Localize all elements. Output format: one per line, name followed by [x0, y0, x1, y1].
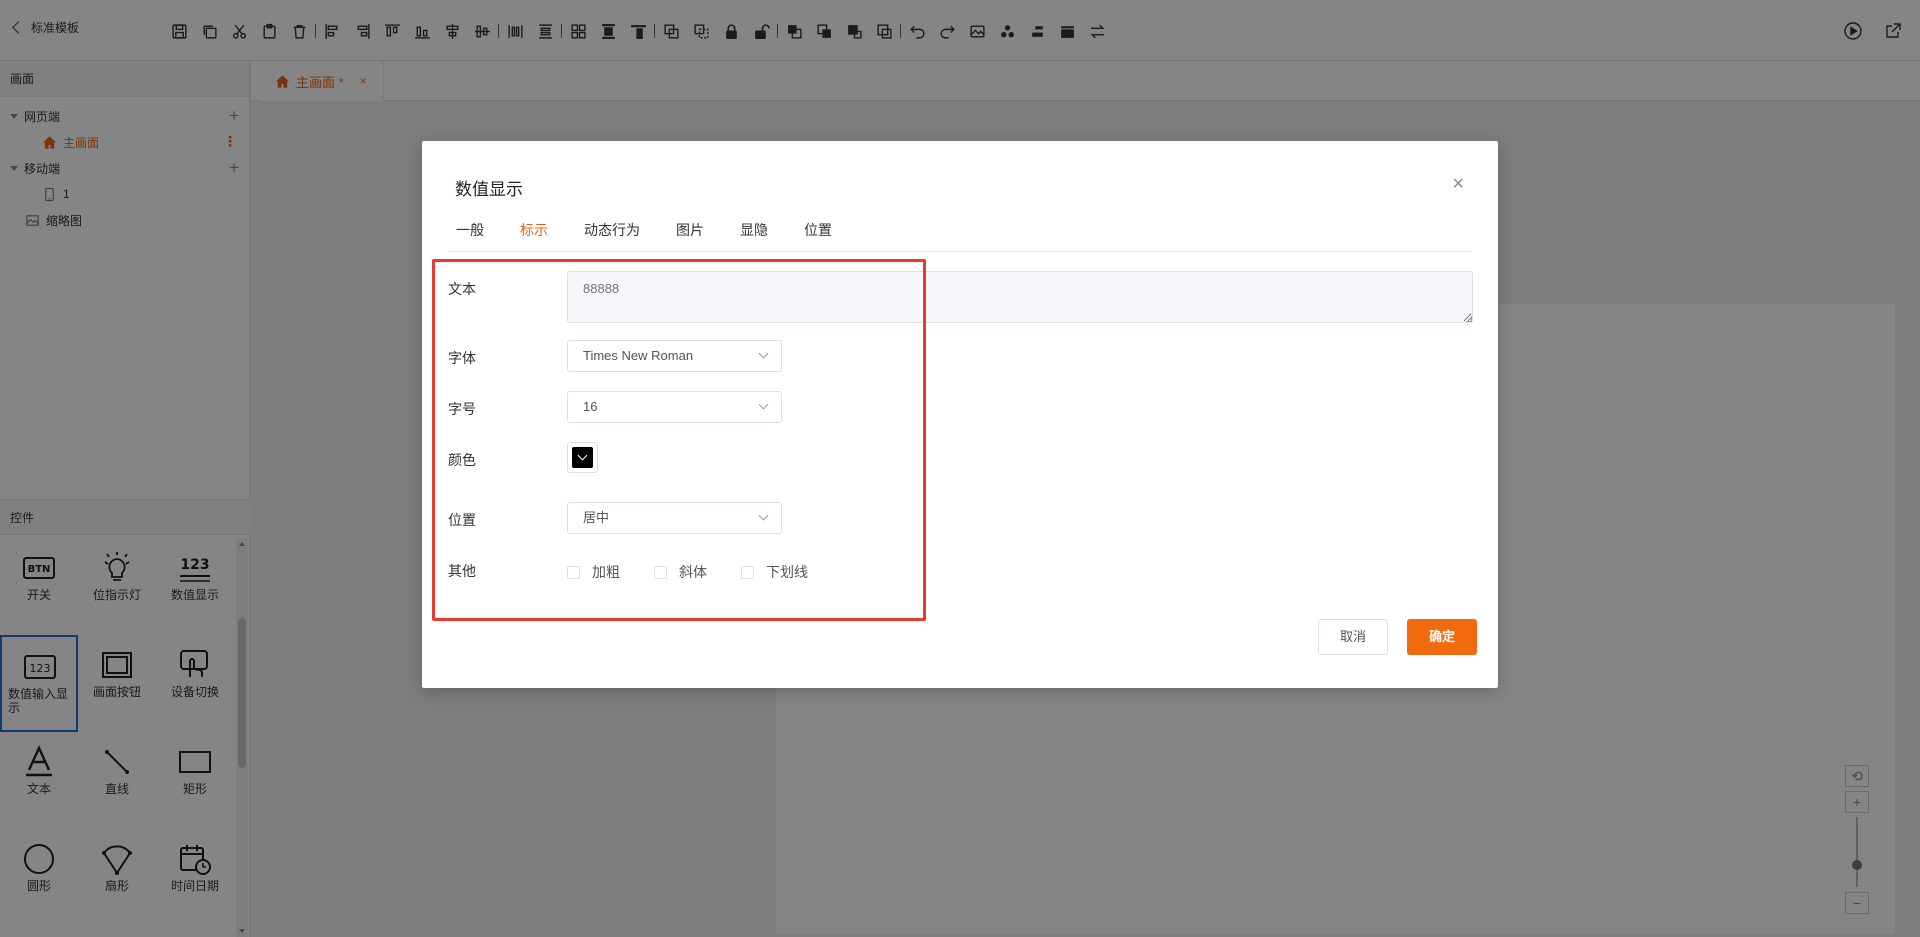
tab-position[interactable]: 位置: [796, 219, 840, 251]
checkbox-box[interactable]: [654, 565, 667, 579]
position-select-value: 居中: [583, 510, 610, 525]
underline-checkbox[interactable]: 下划线: [741, 562, 808, 582]
color-picker[interactable]: [567, 442, 598, 473]
tab-general[interactable]: 一般: [448, 219, 492, 251]
chevron-down-icon: [758, 399, 769, 410]
tab-image[interactable]: 图片: [668, 219, 712, 251]
chevron-down-icon: [758, 348, 769, 359]
font-size-label: 字号: [448, 401, 476, 417]
numeric-display-dialog: 数值显示 × 一般 标示 动态行为 图片 显隐 位置 文本 字体 Times N…: [422, 141, 1498, 688]
chevron-down-icon: [758, 510, 769, 521]
position-label: 位置: [448, 512, 476, 528]
checkbox-box[interactable]: [741, 565, 754, 579]
other-label: 其他: [448, 563, 476, 579]
font-select-value: Times New Roman: [583, 348, 694, 363]
italic-checkbox-label: 斜体: [679, 564, 707, 580]
underline-checkbox-label: 下划线: [766, 564, 808, 580]
checkbox-box[interactable]: [567, 565, 580, 579]
font-size-select-value: 16: [583, 399, 598, 414]
position-select[interactable]: 居中: [567, 502, 782, 534]
color-label: 颜色: [448, 452, 476, 468]
font-select[interactable]: Times New Roman: [567, 340, 782, 372]
font-size-select[interactable]: 16: [567, 391, 782, 423]
italic-checkbox[interactable]: 斜体: [654, 562, 707, 582]
font-label: 字体: [448, 350, 476, 366]
bold-checkbox-label: 加粗: [592, 564, 620, 580]
dialog-tabs: 一般 标示 动态行为 图片 显隐 位置: [448, 219, 1472, 261]
cancel-button[interactable]: 取消: [1318, 619, 1388, 655]
tab-label-settings[interactable]: 标示: [512, 219, 556, 261]
close-icon[interactable]: ×: [1452, 174, 1464, 194]
style-checkboxes: 加粗 斜体 下划线: [567, 562, 842, 582]
text-input[interactable]: [567, 271, 1473, 323]
confirm-button[interactable]: 确定: [1407, 619, 1477, 655]
color-swatch: [572, 447, 593, 468]
tab-visibility[interactable]: 显隐: [732, 219, 776, 251]
bold-checkbox[interactable]: 加粗: [567, 562, 620, 582]
resize-grip[interactable]: [1466, 316, 1472, 322]
tab-dynamic-behavior[interactable]: 动态行为: [576, 219, 648, 251]
text-label: 文本: [448, 281, 476, 297]
dialog-title: 数值显示: [455, 180, 523, 199]
